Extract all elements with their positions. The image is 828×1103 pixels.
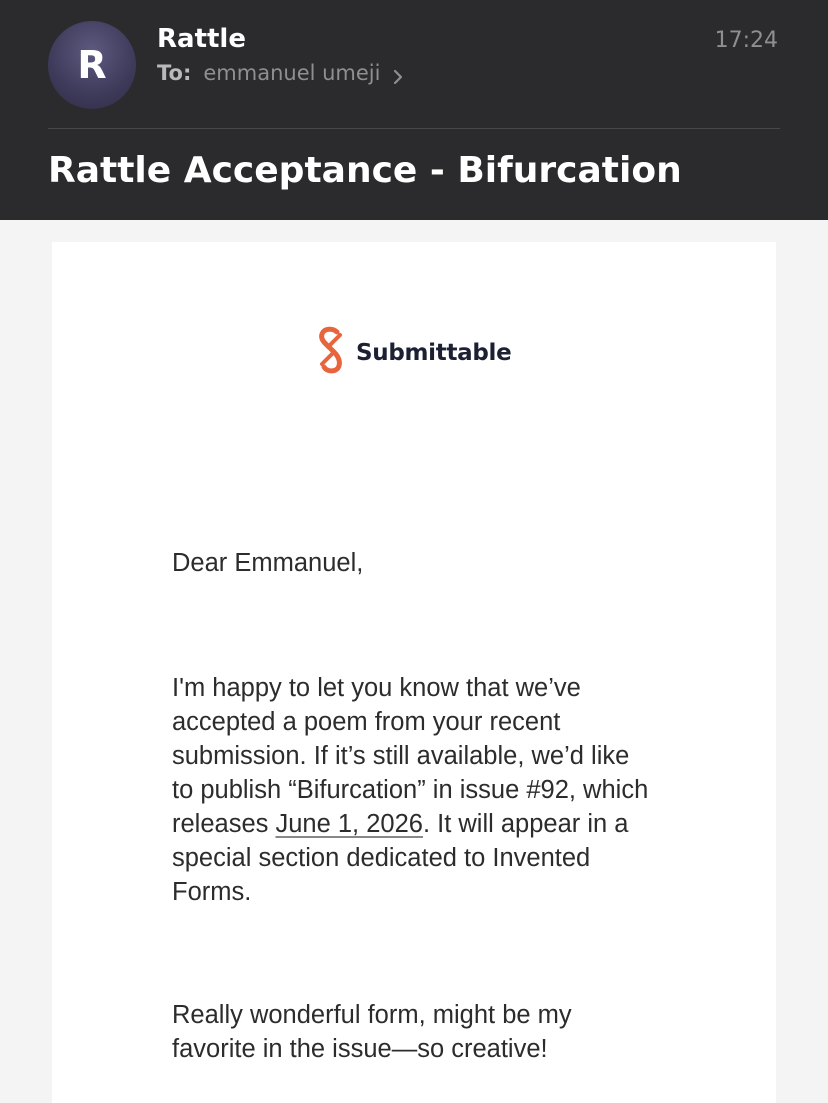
header-divider <box>48 128 780 129</box>
sender-name[interactable]: Rattle <box>157 22 246 56</box>
recipient-name[interactable]: emmanuel umeji <box>203 58 380 88</box>
logo-wordmark: Submittable <box>356 339 512 366</box>
received-time: 17:24 <box>714 28 778 53</box>
comment-paragraph: Really wonderful form, might be my favor… <box>172 1001 572 1063</box>
avatar-initial: R <box>77 43 107 87</box>
greeting: Dear Emmanuel, <box>172 549 364 577</box>
email-subject: Rattle Acceptance - Bifurcation <box>48 150 682 191</box>
recipient-row[interactable]: To: emmanuel umeji <box>157 58 406 88</box>
acceptance-paragraph: I'm happy to let you know that we’ve acc… <box>172 671 652 909</box>
email-header: R Rattle To: emmanuel umeji 17:24 Rattle… <box>0 0 828 220</box>
sender-avatar[interactable]: R <box>48 21 136 109</box>
submittable-s-icon <box>316 326 346 379</box>
submittable-logo[interactable]: Submittable <box>316 326 512 379</box>
release-date-link[interactable]: June 1, 2026 <box>275 810 422 838</box>
to-label: To: <box>157 61 192 85</box>
chevron-right-icon[interactable] <box>390 64 406 85</box>
